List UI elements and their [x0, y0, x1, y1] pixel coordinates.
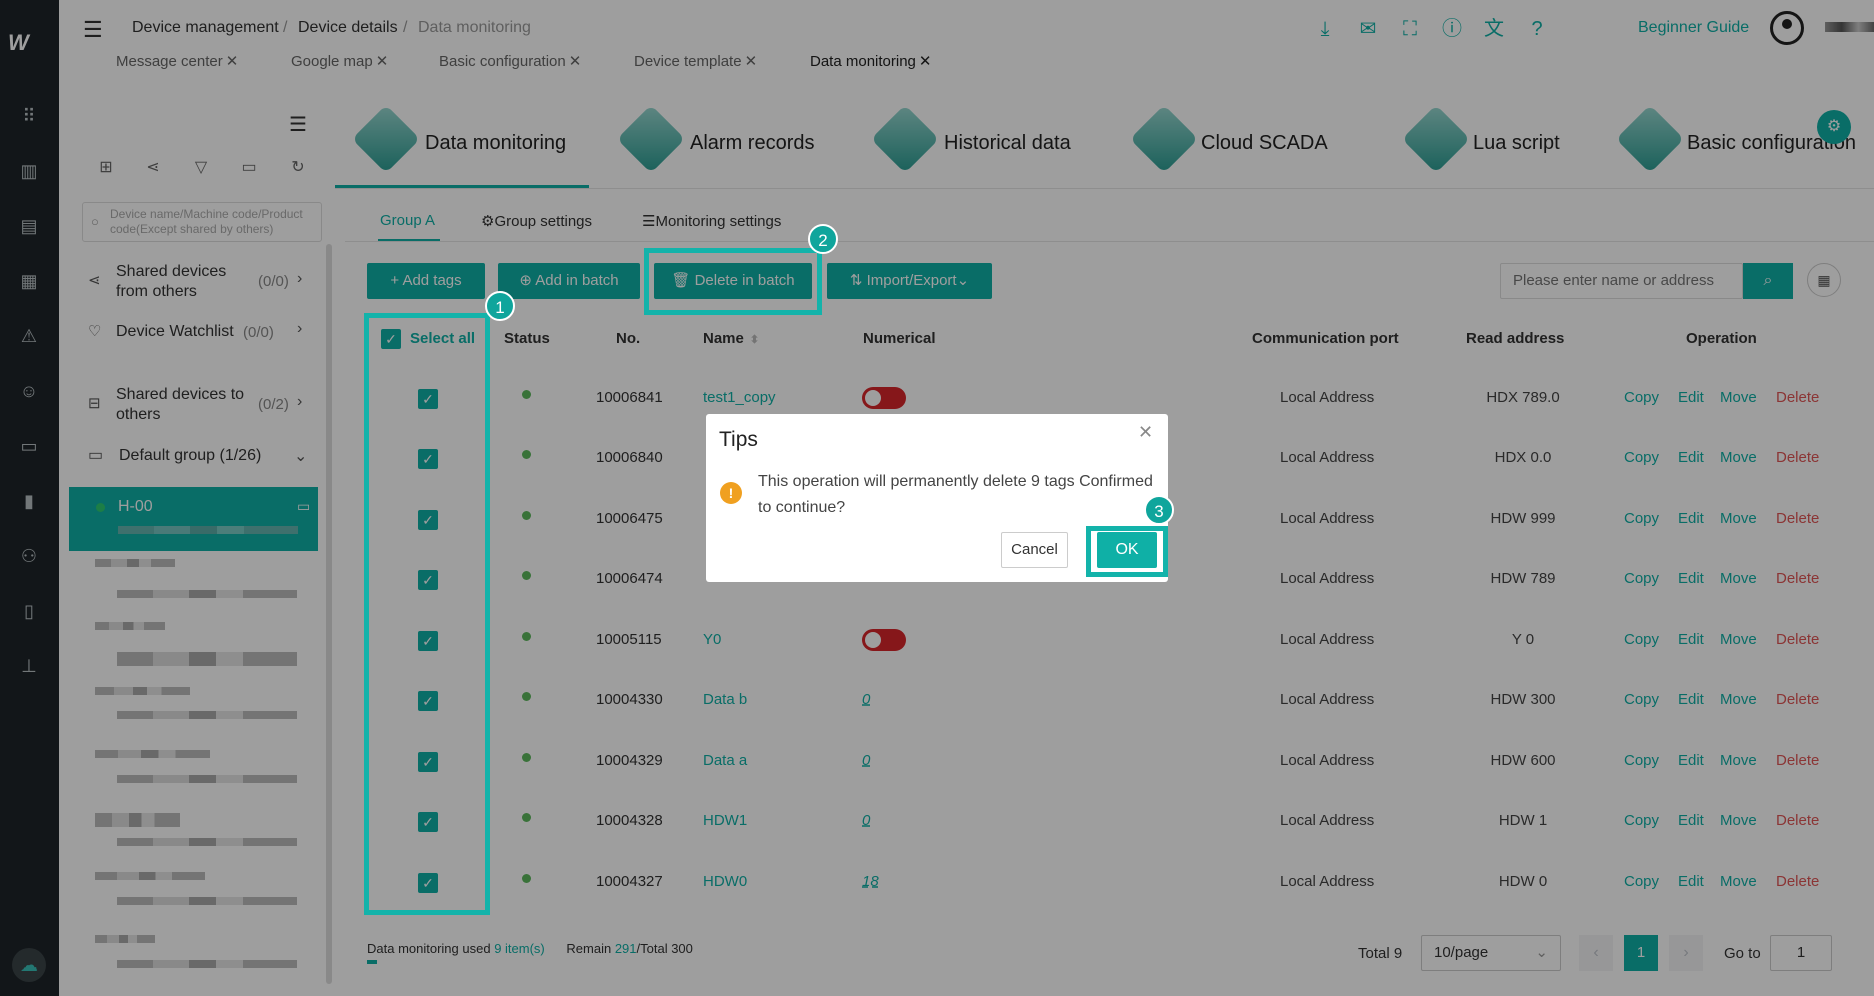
cancel-button[interactable]: Cancel — [1001, 532, 1068, 568]
highlight-ok-button — [1086, 526, 1168, 577]
step-badge-3: 3 — [1144, 495, 1174, 525]
dialog-message: This operation will permanently delete 9… — [758, 473, 1153, 516]
close-icon[interactable]: ✕ — [1138, 422, 1153, 443]
warning-icon: ! — [720, 482, 742, 504]
highlight-delete-batch — [644, 248, 822, 315]
dialog-title: Tips — [719, 428, 758, 451]
step-badge-2: 2 — [808, 224, 838, 254]
highlight-select-column — [364, 313, 490, 915]
step-badge-1: 1 — [485, 291, 515, 321]
